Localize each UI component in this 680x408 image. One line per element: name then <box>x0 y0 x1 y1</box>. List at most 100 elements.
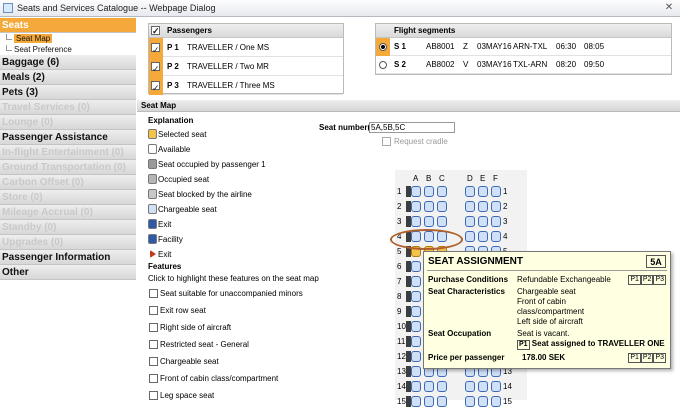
sidebar-item-label: Mileage Accrual (0) <box>2 207 93 218</box>
seat-3F[interactable] <box>491 216 501 227</box>
seat-2A[interactable] <box>411 201 421 212</box>
seat-3E[interactable] <box>478 216 488 227</box>
passengers-select-all-checkbox[interactable] <box>151 24 160 38</box>
seat-10A[interactable] <box>411 321 421 332</box>
flight-segment-date: 03MAY16 <box>477 42 512 51</box>
seat-14C[interactable] <box>437 381 447 392</box>
seat-14F[interactable] <box>491 381 501 392</box>
sidebar-item-15: Upgrades (0) <box>0 235 136 250</box>
feature-checkbox[interactable] <box>149 374 158 383</box>
request-cradle-checkbox[interactable] <box>382 137 391 147</box>
sidebar-item-16[interactable]: Passenger Information <box>0 250 136 265</box>
seat-row-number: 15 <box>397 397 406 406</box>
seat-1E[interactable] <box>478 186 488 197</box>
seat-3C[interactable] <box>437 216 447 227</box>
seat-14A[interactable] <box>411 381 421 392</box>
legend-label: Seat blocked by the airline <box>158 190 252 199</box>
seat-1A[interactable] <box>411 186 421 197</box>
seat-1C[interactable] <box>437 186 447 197</box>
explanation-title: Explanation <box>148 116 194 125</box>
passenger-checkbox[interactable] <box>151 41 160 60</box>
seat-3B[interactable] <box>424 216 434 227</box>
seat-15B[interactable] <box>424 396 434 407</box>
feature-option[interactable]: Exit row seat <box>148 306 348 323</box>
seat-11A[interactable] <box>411 336 421 347</box>
feature-checkbox[interactable] <box>149 306 158 315</box>
legend-item: Selected seat <box>148 129 318 144</box>
feature-checkbox[interactable] <box>149 357 158 366</box>
seat-12A[interactable] <box>411 351 421 362</box>
sidebar-item-3[interactable]: Baggage (6) <box>0 55 136 70</box>
flight-segment-radio[interactable] <box>379 61 387 69</box>
sidebar-item-8[interactable]: Passenger Assistance <box>0 130 136 145</box>
seat-1F[interactable] <box>491 186 501 197</box>
seat-14B[interactable] <box>424 381 434 392</box>
passenger-row[interactable]: P 1 TRAVELLER / One MS <box>149 38 343 60</box>
feature-checkbox[interactable] <box>149 323 158 332</box>
feature-option[interactable]: Right side of aircraft <box>148 323 348 340</box>
sidebar-item-1[interactable]: Seat Map <box>0 33 136 44</box>
seat-row-number: 8 <box>397 292 402 301</box>
feature-option[interactable]: Front of cabin class/compartment <box>148 374 348 391</box>
feature-checkbox[interactable] <box>149 391 158 400</box>
flight-segment-row[interactable]: S 1 AB8001 Z 03MAY16 ARN-TXL 06:30 08:05 <box>376 38 671 56</box>
price-label: Price per passenger <box>428 353 505 362</box>
seat-7A[interactable] <box>411 276 421 287</box>
seat-column-header: F <box>493 174 498 183</box>
seat-15D[interactable] <box>465 396 475 407</box>
seat-14E[interactable] <box>478 381 488 392</box>
flight-segment-route: ARN-TXL <box>513 42 548 51</box>
purchase-passenger-badges: P1 P2 P3 <box>628 274 666 285</box>
sidebar-item-5[interactable]: Pets (3) <box>0 85 136 100</box>
seat-1D[interactable] <box>465 186 475 197</box>
feature-checkbox[interactable] <box>149 340 158 349</box>
seat-2B[interactable] <box>424 201 434 212</box>
seat-9A[interactable] <box>411 306 421 317</box>
selected-seats-highlight-ring <box>390 229 463 250</box>
close-icon[interactable]: ✕ <box>662 2 676 14</box>
seat-4E[interactable] <box>478 231 488 242</box>
seat-row-number: 10 <box>397 322 406 331</box>
sidebar-item-label: Carbon Offset (0) <box>2 177 84 188</box>
seat-4F[interactable] <box>491 231 501 242</box>
legend-label: Chargeable seat <box>158 205 217 214</box>
seat-15E[interactable] <box>478 396 488 407</box>
passenger-checkbox[interactable] <box>151 79 160 98</box>
flight-segment-arr: 09:50 <box>584 60 605 69</box>
seat-number-input[interactable]: 5A,5B,5C <box>369 122 455 133</box>
seat-row-number: 5 <box>397 247 402 256</box>
flight-segment-row[interactable]: S 2 AB8002 V 03MAY16 TXL-ARN 08:20 09:50 <box>376 56 671 74</box>
seat-15C[interactable] <box>437 396 447 407</box>
seat-8A[interactable] <box>411 291 421 302</box>
price-badge-p2: P2 <box>640 353 654 363</box>
passenger-row[interactable]: P 3 TRAVELLER / Three MS <box>149 76 343 98</box>
seat-14D[interactable] <box>465 381 475 392</box>
seat-2E[interactable] <box>478 201 488 212</box>
seat-row-number: 1 <box>397 187 402 196</box>
feature-checkbox[interactable] <box>149 289 158 298</box>
seat-3A[interactable] <box>411 216 421 227</box>
feature-option[interactable]: Seat suitable for unaccompanied minors <box>148 289 348 306</box>
seat-15A[interactable] <box>411 396 421 407</box>
seat-2F[interactable] <box>491 201 501 212</box>
sidebar-item-17[interactable]: Other <box>0 265 136 280</box>
seat-13A[interactable] <box>411 366 421 377</box>
passenger-checkbox[interactable] <box>151 60 160 79</box>
seat-15F[interactable] <box>491 396 501 407</box>
seat-1B[interactable] <box>424 186 434 197</box>
sidebar-item-4[interactable]: Meals (2) <box>0 70 136 85</box>
seat-4D[interactable] <box>465 231 475 242</box>
feature-option[interactable]: Chargeable seat <box>148 357 348 374</box>
sidebar-item-2[interactable]: Seat Preference <box>0 44 136 55</box>
sidebar-item-label: Seat Preference <box>14 45 72 54</box>
seat-2C[interactable] <box>437 201 447 212</box>
feature-option[interactable]: Restricted seat - General <box>148 340 348 357</box>
sidebar-item-0[interactable]: Seats <box>0 18 136 33</box>
legend-label: Seat occupied by passenger 1 <box>158 160 266 169</box>
seat-3D[interactable] <box>465 216 475 227</box>
seat-2D[interactable] <box>465 201 475 212</box>
passenger-row[interactable]: P 2 TRAVELLER / Two MR <box>149 57 343 79</box>
seat-6A[interactable] <box>411 261 421 272</box>
flight-segment-radio[interactable] <box>379 43 387 51</box>
sidebar-item-12: Store (0) <box>0 190 136 205</box>
